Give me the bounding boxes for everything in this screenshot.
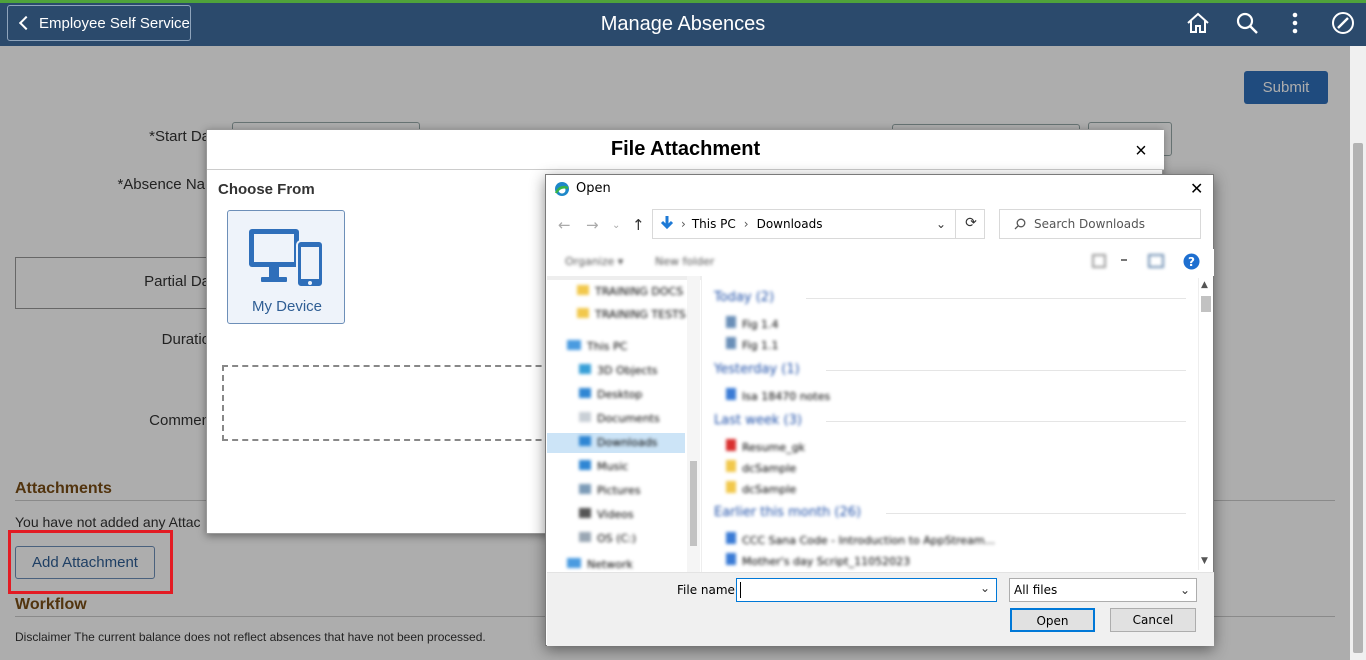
cancel-button[interactable]: Cancel bbox=[1110, 608, 1196, 632]
page-scrollbar-thumb[interactable] bbox=[1353, 143, 1363, 653]
group-divider bbox=[806, 298, 1186, 299]
file-list-scroll-thumb[interactable] bbox=[1201, 296, 1211, 312]
device-icon bbox=[249, 229, 324, 288]
breadcrumb-separator: › bbox=[681, 217, 686, 231]
group-heading[interactable]: Earlier this month (26) bbox=[714, 505, 861, 520]
page-title: Manage Absences bbox=[600, 13, 766, 35]
file-name-dropdown-icon[interactable]: ⌄ bbox=[980, 581, 990, 595]
command-bar: Organize ▾ New folder ? bbox=[547, 249, 1214, 276]
refresh-icon[interactable]: ⟳ bbox=[955, 209, 986, 239]
address-dropdown-icon[interactable]: ⌄ bbox=[936, 217, 946, 231]
preview-pane-icon[interactable] bbox=[1148, 254, 1164, 268]
breadcrumb-separator: › bbox=[743, 217, 749, 231]
back-button[interactable]: Employee Self Service bbox=[7, 5, 191, 41]
new-folder-button[interactable]: New folder bbox=[655, 255, 714, 268]
nav-item[interactable]: TRAINING TESTS bbox=[577, 308, 686, 321]
file-type-value: All files bbox=[1014, 583, 1058, 597]
search-icon bbox=[1014, 218, 1026, 230]
navigation-pane: TRAINING DOCS TRAINING TESTS This PC 3D … bbox=[547, 276, 702, 572]
close-icon[interactable]: ✕ bbox=[1190, 179, 1203, 198]
dialog-footer: File name: ⌄ All files ⌄ Open Cancel bbox=[547, 572, 1214, 646]
forward-arrow-icon[interactable]: → bbox=[586, 216, 599, 234]
file-name-input[interactable]: ⌄ bbox=[736, 578, 997, 602]
page-scrollbar[interactable] bbox=[1350, 46, 1366, 660]
my-device-button[interactable]: My Device bbox=[227, 210, 345, 324]
file-row[interactable]: dcSample bbox=[726, 481, 796, 496]
home-icon[interactable] bbox=[1185, 10, 1211, 36]
address-bar[interactable]: › This PC › Downloads ⌄ bbox=[652, 209, 985, 239]
open-file-dialog: Open ✕ ← → ⌄ ↑ › This PC › Downloads ⌄ ⟳… bbox=[545, 174, 1214, 646]
browser-icon bbox=[554, 182, 569, 196]
text-cursor bbox=[740, 582, 741, 598]
nav-item[interactable]: Desktop bbox=[579, 388, 642, 401]
nav-item[interactable]: Videos bbox=[579, 508, 634, 521]
up-arrow-icon[interactable]: ↑ bbox=[632, 216, 645, 234]
file-row[interactable]: Mother's day Script_11052023 bbox=[726, 553, 910, 568]
nav-item[interactable]: This PC bbox=[567, 340, 627, 353]
nav-pane-scrollbar[interactable] bbox=[687, 276, 700, 572]
nav-item[interactable]: Downloads bbox=[579, 436, 657, 449]
nav-item[interactable]: Music bbox=[579, 460, 628, 473]
file-name-label: File name: bbox=[677, 583, 739, 597]
group-heading[interactable]: Yesterday (1) bbox=[714, 362, 800, 377]
group-divider bbox=[826, 421, 1186, 422]
group-divider bbox=[826, 370, 1186, 371]
file-row[interactable]: Isa 18470 notes bbox=[726, 388, 830, 403]
file-row[interactable]: Resume_gk bbox=[726, 439, 805, 454]
downloads-arrow-icon bbox=[660, 216, 674, 230]
file-list-scrollbar[interactable]: ▲ ▼ bbox=[1198, 278, 1213, 570]
organize-button[interactable]: Organize ▾ bbox=[565, 255, 623, 268]
file-row[interactable]: dcSample bbox=[726, 460, 796, 475]
my-device-label: My Device bbox=[251, 298, 322, 315]
help-icon[interactable]: ? bbox=[1183, 253, 1200, 270]
group-divider bbox=[886, 513, 1186, 514]
group-heading[interactable]: Today (2) bbox=[714, 290, 774, 305]
view-options-icon[interactable] bbox=[1092, 254, 1106, 268]
nav-item[interactable]: 3D Objects bbox=[579, 364, 658, 377]
drop-zone[interactable] bbox=[222, 365, 582, 441]
back-button-label: Employee Self Service bbox=[39, 14, 190, 32]
choose-from-label: Choose From bbox=[218, 181, 315, 198]
highlight-box bbox=[8, 530, 173, 594]
recent-dropdown-icon[interactable]: ⌄ bbox=[612, 220, 620, 231]
modal-title: File Attachment bbox=[610, 138, 761, 160]
svg-text:?: ? bbox=[1188, 255, 1195, 269]
search-placeholder: Search Downloads bbox=[1034, 217, 1145, 231]
nav-item[interactable]: Pictures bbox=[579, 484, 641, 497]
nav-item[interactable]: TRAINING DOCS bbox=[577, 285, 683, 298]
nav-item[interactable]: Documents bbox=[579, 412, 660, 425]
nav-pane-scroll-thumb[interactable] bbox=[690, 461, 697, 546]
breadcrumb-this-pc[interactable]: This PC bbox=[692, 217, 736, 231]
file-row[interactable]: CCC Sana Code - Introduction to AppStrea… bbox=[726, 532, 995, 547]
file-type-select[interactable]: All files ⌄ bbox=[1009, 578, 1197, 602]
file-row[interactable]: Fig 1.1 bbox=[726, 337, 779, 352]
group-heading[interactable]: Last week (3) bbox=[714, 413, 802, 428]
nav-item[interactable]: Network bbox=[567, 558, 633, 571]
file-list: Today (2) Fig 1.4 Fig 1.1 Yesterday (1) … bbox=[706, 276, 1196, 572]
navbar-compass-icon[interactable] bbox=[1330, 10, 1356, 36]
nav-item[interactable]: OS (C:) bbox=[579, 532, 636, 545]
search-input[interactable]: Search Downloads bbox=[999, 209, 1201, 239]
back-arrow-icon[interactable]: ← bbox=[558, 216, 571, 234]
file-type-dropdown-icon[interactable]: ⌄ bbox=[1180, 579, 1190, 601]
file-row[interactable]: Fig 1.4 bbox=[726, 316, 779, 331]
open-button[interactable]: Open bbox=[1010, 608, 1095, 632]
view-dropdown-icon[interactable] bbox=[1121, 259, 1127, 261]
search-icon[interactable] bbox=[1234, 10, 1260, 36]
scroll-up-icon[interactable]: ▲ bbox=[1201, 280, 1208, 290]
nav-pane-top bbox=[547, 276, 701, 280]
close-icon[interactable]: × bbox=[1132, 141, 1150, 161]
more-vertical-icon[interactable] bbox=[1282, 10, 1308, 36]
chevron-left-icon bbox=[18, 15, 34, 31]
dialog-title: Open bbox=[576, 181, 611, 196]
scroll-down-icon[interactable]: ▼ bbox=[1201, 556, 1208, 566]
breadcrumb-downloads[interactable]: Downloads bbox=[757, 217, 823, 231]
